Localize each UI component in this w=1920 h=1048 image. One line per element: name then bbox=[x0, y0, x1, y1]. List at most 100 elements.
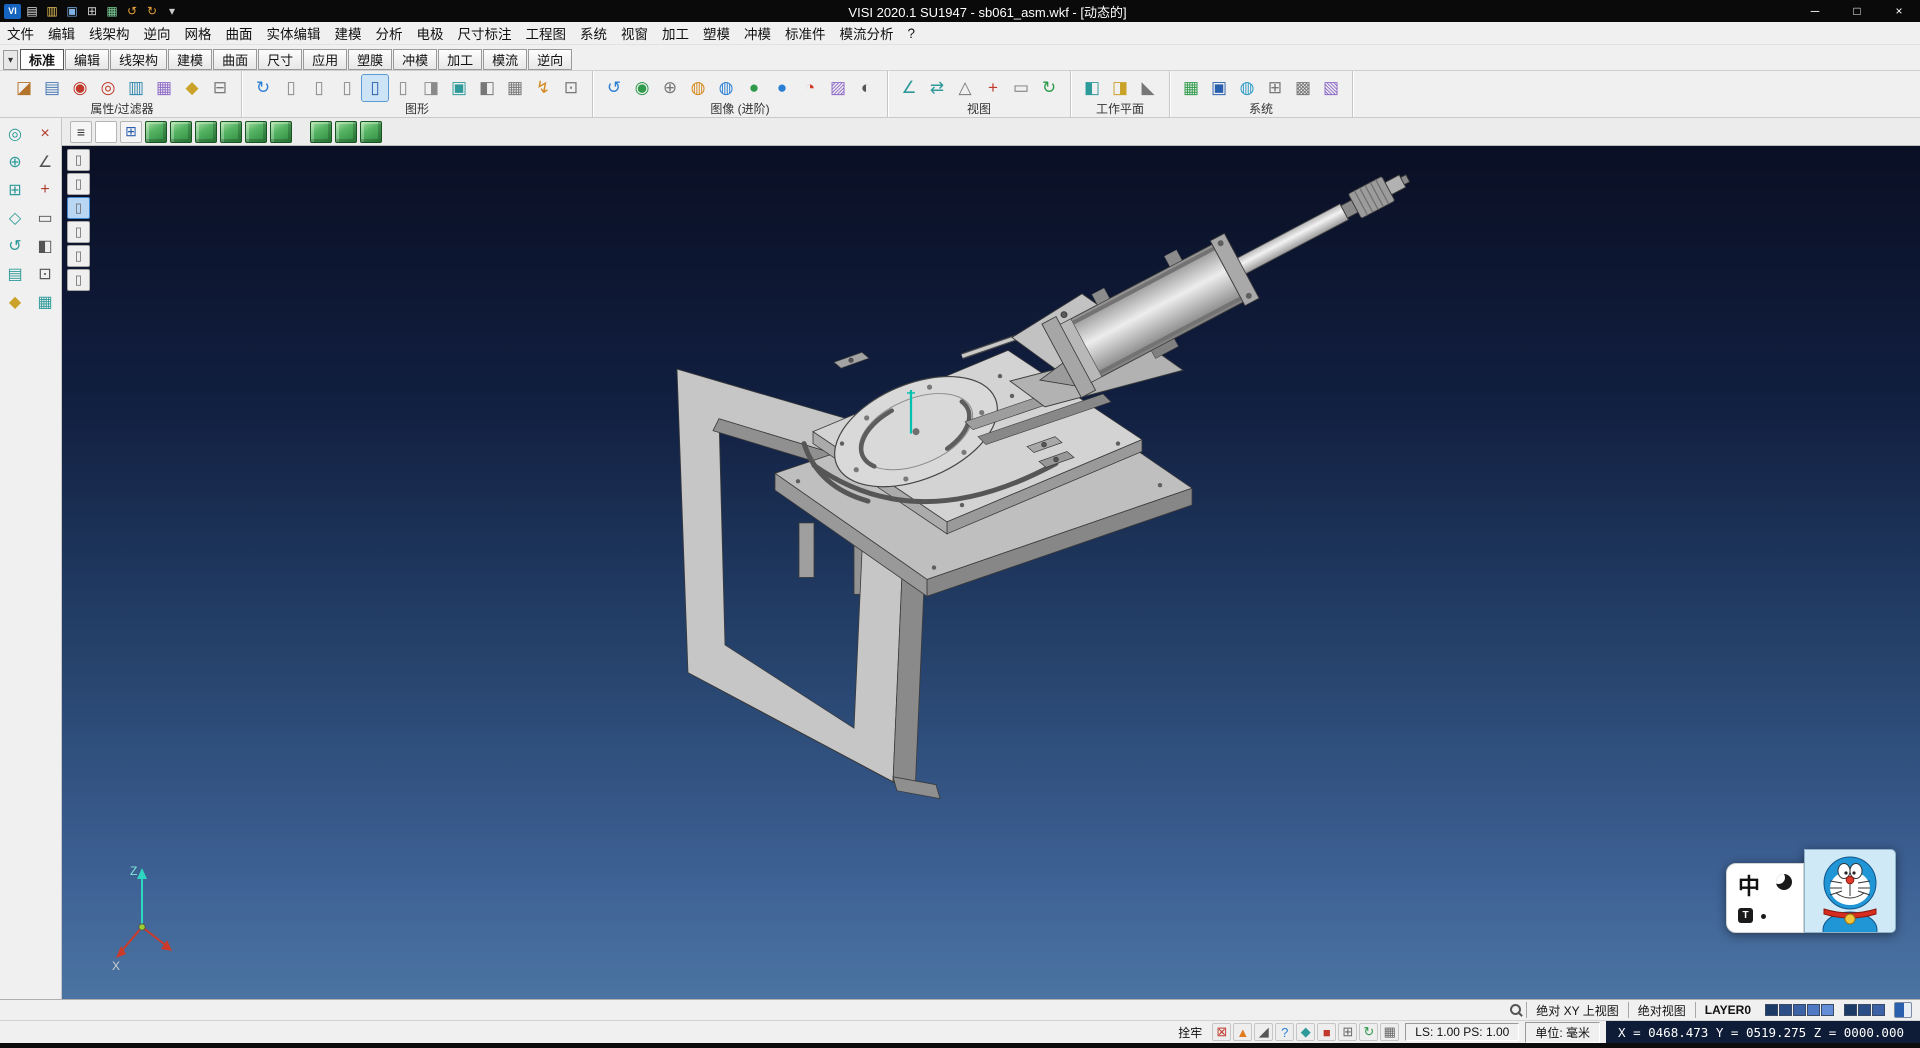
cell-tool-icon[interactable]: ⊡ bbox=[32, 261, 59, 286]
ime-panel[interactable]: 中 T bbox=[1726, 863, 1804, 933]
view-indicator-icon[interactable] bbox=[1894, 1002, 1912, 1018]
material-barrel-blue-icon[interactable]: ◍ bbox=[713, 75, 739, 101]
quick-render-icon[interactable]: ↯ bbox=[530, 75, 556, 101]
ambient-light-icon[interactable]: ◐ bbox=[853, 75, 879, 101]
layer-bar-left-0[interactable] bbox=[1765, 1004, 1778, 1016]
plot-chart-icon[interactable]: ▦ bbox=[103, 3, 121, 19]
wire-shade-icon[interactable]: ◨ bbox=[418, 75, 444, 101]
redo-icon[interactable]: ↻ bbox=[143, 3, 161, 19]
menu-item-9[interactable]: 电极 bbox=[410, 23, 451, 43]
new-document-icon[interactable]: ▤ bbox=[23, 3, 41, 19]
dimension-icon[interactable]: + bbox=[32, 177, 59, 202]
maximize-button[interactable]: □ bbox=[1836, 0, 1878, 22]
four-view-icon[interactable]: ⊞ bbox=[120, 121, 142, 143]
layer-bar-left-3[interactable] bbox=[1807, 1004, 1820, 1016]
points-filter-icon[interactable]: ▯ bbox=[67, 245, 90, 267]
layer-bar-left-1[interactable] bbox=[1779, 1004, 1792, 1016]
visi-logo[interactable]: VI bbox=[4, 4, 21, 19]
measure-angle-icon[interactable]: ∠ bbox=[896, 75, 922, 101]
view-orientation-label[interactable]: 绝对 XY 上视图 bbox=[1526, 1002, 1627, 1018]
view-cube-front-icon[interactable] bbox=[195, 121, 217, 143]
attribute-table-icon[interactable]: ▦ bbox=[151, 75, 177, 101]
solids-filter-icon[interactable]: ▯ bbox=[67, 149, 90, 171]
active-solids-filter-icon[interactable]: ▯ bbox=[67, 197, 90, 219]
filter-document-icon[interactable]: ▤ bbox=[39, 75, 65, 101]
menu-item-0[interactable]: 文件 bbox=[0, 23, 41, 43]
menu-item-7[interactable]: 建模 bbox=[328, 23, 369, 43]
move-element-icon[interactable]: ⊕ bbox=[2, 149, 29, 174]
view-cube-bottom-icon[interactable] bbox=[310, 121, 332, 143]
workplane-custom-icon[interactable]: ◨ bbox=[1107, 75, 1133, 101]
viewport[interactable]: ▯▯▯▯▯▯ Z X 中 T bbox=[62, 146, 1920, 999]
attributes-pencil-icon[interactable]: ◪ bbox=[11, 75, 37, 101]
menu-item-1[interactable]: 编辑 bbox=[41, 23, 82, 43]
shaded-cylinder-icon[interactable]: ▯ bbox=[334, 75, 360, 101]
snap-label[interactable]: 拴牢 bbox=[1174, 1024, 1206, 1041]
material-barrel-orange-icon[interactable]: ◍ bbox=[685, 75, 711, 101]
mesh-tool-icon[interactable]: ▦ bbox=[32, 289, 59, 314]
section-tool-icon[interactable]: ◧ bbox=[32, 233, 59, 258]
view-cube-top-icon[interactable] bbox=[170, 121, 192, 143]
menu-item-5[interactable]: 曲面 bbox=[219, 23, 260, 43]
blank-view-icon[interactable] bbox=[95, 121, 117, 143]
shading-pie-icon[interactable]: ◔ bbox=[797, 75, 823, 101]
tab-9[interactable]: 加工 bbox=[438, 49, 482, 70]
view-cube-trimetric-icon[interactable] bbox=[360, 121, 382, 143]
menu-item-18[interactable]: 模流分析 bbox=[833, 23, 901, 43]
view-compare-icon[interactable]: ⇄ bbox=[924, 75, 950, 101]
transparent-cylinder-icon[interactable]: ▯ bbox=[390, 75, 416, 101]
menu-item-11[interactable]: 工程图 bbox=[519, 23, 574, 43]
menu-item-16[interactable]: 冲模 bbox=[737, 23, 778, 43]
units-panel[interactable]: 单位: 毫米 bbox=[1525, 1022, 1600, 1043]
system-screen-icon[interactable]: ▣ bbox=[1206, 75, 1232, 101]
save-file-icon[interactable]: ▣ bbox=[63, 3, 81, 19]
cad-model-canvas[interactable] bbox=[62, 146, 1920, 999]
menu-item-14[interactable]: 加工 bbox=[655, 23, 696, 43]
snap-lock-icon[interactable]: ⊠ bbox=[1212, 1023, 1231, 1041]
menu-item-8[interactable]: 分析 bbox=[369, 23, 410, 43]
layer-histogram-icon[interactable]: ▥ bbox=[123, 75, 149, 101]
viewport-menu-icon[interactable]: ≡ bbox=[70, 121, 92, 143]
model-cylinder[interactable] bbox=[1041, 146, 1428, 398]
open-folder-icon[interactable]: ▥ bbox=[43, 3, 61, 19]
ortho-mode-icon[interactable]: ▲ bbox=[1233, 1023, 1252, 1041]
curve-tool-icon[interactable]: ◇ bbox=[2, 205, 29, 230]
section-view-icon[interactable]: ◧ bbox=[474, 75, 500, 101]
view-cube-iso-icon[interactable] bbox=[145, 121, 167, 143]
system-globe-icon[interactable]: ◍ bbox=[1234, 75, 1260, 101]
close-button[interactable]: × bbox=[1878, 0, 1920, 22]
menu-item-12[interactable]: 系统 bbox=[573, 23, 614, 43]
table-toggle-icon[interactable]: ▦ bbox=[1380, 1023, 1399, 1041]
layer-bar-right-1[interactable] bbox=[1858, 1004, 1871, 1016]
erase-icon[interactable]: × bbox=[32, 121, 59, 146]
annotations-filter-icon[interactable]: ▯ bbox=[67, 269, 90, 291]
menu-item-15[interactable]: 塑模 bbox=[696, 23, 737, 43]
tab-5[interactable]: 尺寸 bbox=[258, 49, 302, 70]
moon-icon[interactable] bbox=[1776, 874, 1792, 890]
view-frame-icon[interactable]: ▭ bbox=[1008, 75, 1034, 101]
tab-0[interactable]: 标准 bbox=[20, 49, 64, 70]
menu-item-17[interactable]: 标准件 bbox=[778, 23, 833, 43]
skin-icon[interactable]: T bbox=[1738, 908, 1753, 923]
tab-2[interactable]: 线架构 bbox=[110, 49, 167, 70]
bounding-box-icon[interactable]: ▣ bbox=[446, 75, 472, 101]
tab-1[interactable]: 编辑 bbox=[65, 49, 109, 70]
rotate-tool-icon[interactable]: ↺ bbox=[2, 233, 29, 258]
selection-filter-icon[interactable]: ◉ bbox=[67, 75, 93, 101]
quick-access-caret-icon[interactable]: ▾ bbox=[163, 3, 181, 19]
pan-view-icon[interactable]: ⊕ bbox=[657, 75, 683, 101]
stylus-icon[interactable]: ◢ bbox=[1254, 1023, 1273, 1041]
view-axis-icon[interactable]: + bbox=[980, 75, 1006, 101]
view-cube-left-icon[interactable] bbox=[245, 121, 267, 143]
menu-item-3[interactable]: 逆向 bbox=[137, 23, 178, 43]
tab-6[interactable]: 应用 bbox=[303, 49, 347, 70]
menu-item-19[interactable]: ? bbox=[901, 26, 923, 41]
clear-filter-icon[interactable]: ⊟ bbox=[207, 75, 233, 101]
plotter-icon[interactable]: ▧ bbox=[1318, 75, 1344, 101]
tab-7[interactable]: 塑膜 bbox=[348, 49, 392, 70]
view-cube-right-icon[interactable] bbox=[270, 121, 292, 143]
rendered-cylinder-icon[interactable]: ▯ bbox=[362, 75, 388, 101]
undo-icon[interactable]: ↺ bbox=[123, 3, 141, 19]
tab-11[interactable]: 逆向 bbox=[528, 49, 572, 70]
scene-settings-icon[interactable]: ⊡ bbox=[558, 75, 584, 101]
